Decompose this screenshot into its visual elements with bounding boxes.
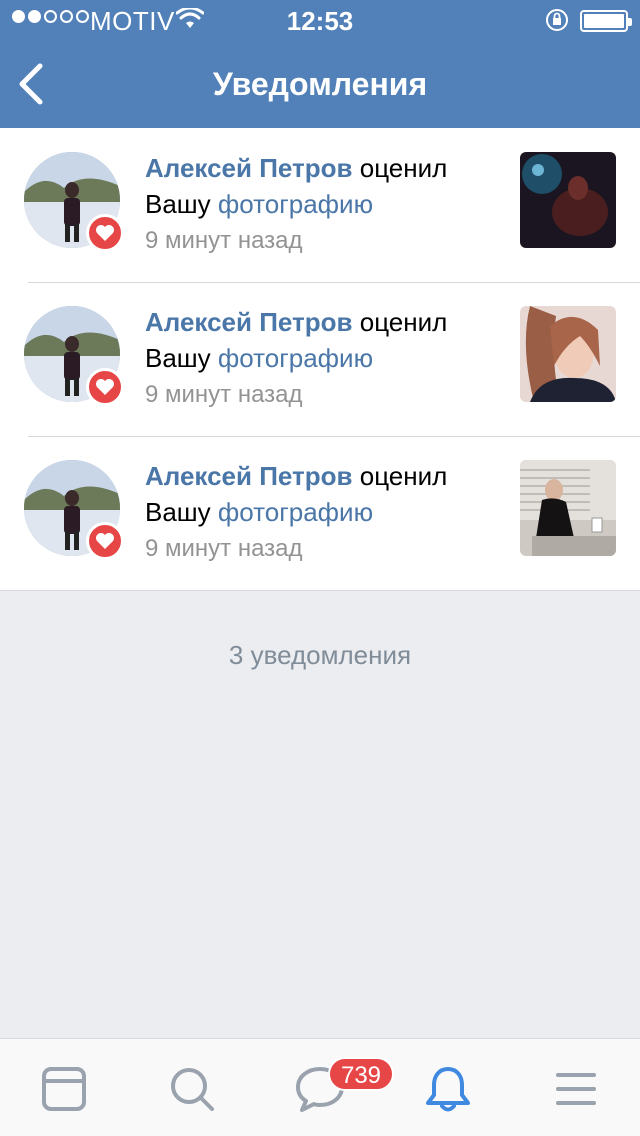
notification-text: Алексей Петров оценил Вашу фотографию 9 … (145, 150, 505, 259)
navigation-header: MOTIV 12:53 Уведомления (0, 0, 640, 128)
notification-item[interactable]: Алексей Петров оценил Вашу фотографию 9 … (0, 436, 640, 590)
search-icon[interactable] (166, 1063, 218, 1115)
photo-thumbnail[interactable] (520, 460, 616, 556)
battery-icon (580, 10, 632, 32)
action-text: оценил (359, 153, 448, 183)
tab-bar (0, 1038, 640, 1136)
notifications-icon[interactable] (422, 1063, 474, 1115)
photo-link[interactable]: фотографию (218, 189, 373, 219)
notification-text: Алексей Петров оценил Вашу фотографию 9 … (145, 304, 505, 413)
object-prefix-text: Вашу (145, 343, 211, 373)
heart-icon (86, 368, 124, 406)
notification-time: 9 минут назад (145, 535, 303, 562)
page-title: Уведомления (212, 66, 428, 102)
messages-badge: 739 (328, 1057, 394, 1091)
photo-link[interactable]: фотографию (218, 343, 373, 373)
user-name-link[interactable]: Алексей Петров (145, 307, 353, 337)
notifications-count: 3 уведомления (228, 640, 412, 670)
action-text: оценил (359, 307, 448, 337)
user-name-link[interactable]: Алексей Петров (145, 461, 353, 491)
menu-icon[interactable] (550, 1063, 602, 1115)
object-prefix-text: Вашу (145, 189, 211, 219)
photo-thumbnail[interactable] (520, 152, 616, 248)
photo-link[interactable]: фотографию (218, 497, 373, 527)
user-name-link[interactable]: Алексей Петров (145, 153, 353, 183)
notification-time: 9 минут назад (145, 227, 303, 254)
notification-text: Алексей Петров оценил Вашу фотографию 9 … (145, 458, 505, 567)
heart-icon (86, 522, 124, 560)
heart-icon (86, 214, 124, 252)
status-bar: MOTIV 12:53 (0, 0, 640, 40)
news-icon[interactable] (38, 1063, 90, 1115)
object-prefix-text: Вашу (145, 497, 211, 527)
notification-item[interactable]: Алексей Петров оценил Вашу фотографию 9 … (0, 128, 640, 282)
status-time: 12:53 (286, 6, 354, 36)
notification-time: 9 минут назад (145, 381, 303, 408)
rotation-lock-icon (546, 9, 568, 31)
action-text: оценил (359, 461, 448, 491)
notifications-list: Алексей Петров оценил Вашу фотографию 9 … (0, 128, 640, 591)
photo-thumbnail[interactable] (520, 306, 616, 402)
notification-item[interactable]: Алексей Петров оценил Вашу фотографию 9 … (0, 282, 640, 436)
